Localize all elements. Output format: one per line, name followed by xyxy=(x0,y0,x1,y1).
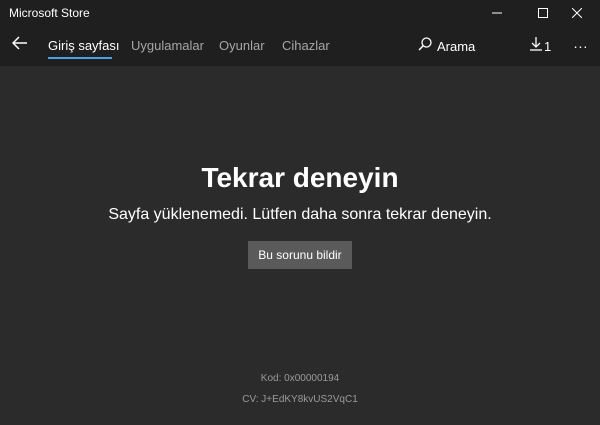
report-issue-button[interactable]: Bu sorunu bildir xyxy=(248,241,352,269)
error-title: Tekrar deneyin xyxy=(201,162,399,193)
more-button[interactable]: ... xyxy=(570,35,592,55)
tab-games[interactable]: Oyunlar xyxy=(219,38,265,53)
arrow-left-icon xyxy=(11,35,28,55)
nav-bar: Giriş sayfası Uygulamalar Oyunlar Cihazl… xyxy=(0,27,600,66)
search-label: Arama xyxy=(437,38,476,54)
tab-apps[interactable]: Uygulamalar xyxy=(131,38,204,53)
minimize-button[interactable] xyxy=(474,0,520,27)
downloads-count: 1 xyxy=(544,38,552,54)
maximize-icon xyxy=(538,5,548,23)
error-code: Kod: 0x00000194 xyxy=(260,373,340,384)
correlation-vector: CV: J+EdKY8kvUS2VqC1 xyxy=(242,394,358,405)
download-icon xyxy=(530,36,542,56)
error-message: Sayfa yüklenemedi. Lütfen daha sonra tek… xyxy=(108,206,492,223)
search-button[interactable]: Arama xyxy=(418,36,475,56)
tab-devices[interactable]: Cihazlar xyxy=(282,38,330,53)
downloads-button[interactable]: 1 xyxy=(530,36,551,56)
error-page: Tekrar deneyin Sayfa yüklenemedi. Lütfen… xyxy=(0,66,600,425)
close-button[interactable] xyxy=(554,0,600,27)
more-icon: ... xyxy=(573,35,589,51)
active-tab-indicator xyxy=(48,57,112,59)
title-bar: Microsoft Store xyxy=(0,0,600,27)
tab-home[interactable]: Giriş sayfası xyxy=(48,38,120,53)
minimize-icon xyxy=(492,5,502,23)
search-icon xyxy=(418,36,432,56)
close-icon xyxy=(571,5,583,23)
back-button[interactable] xyxy=(8,33,32,57)
app-title: Microsoft Store xyxy=(9,6,90,20)
